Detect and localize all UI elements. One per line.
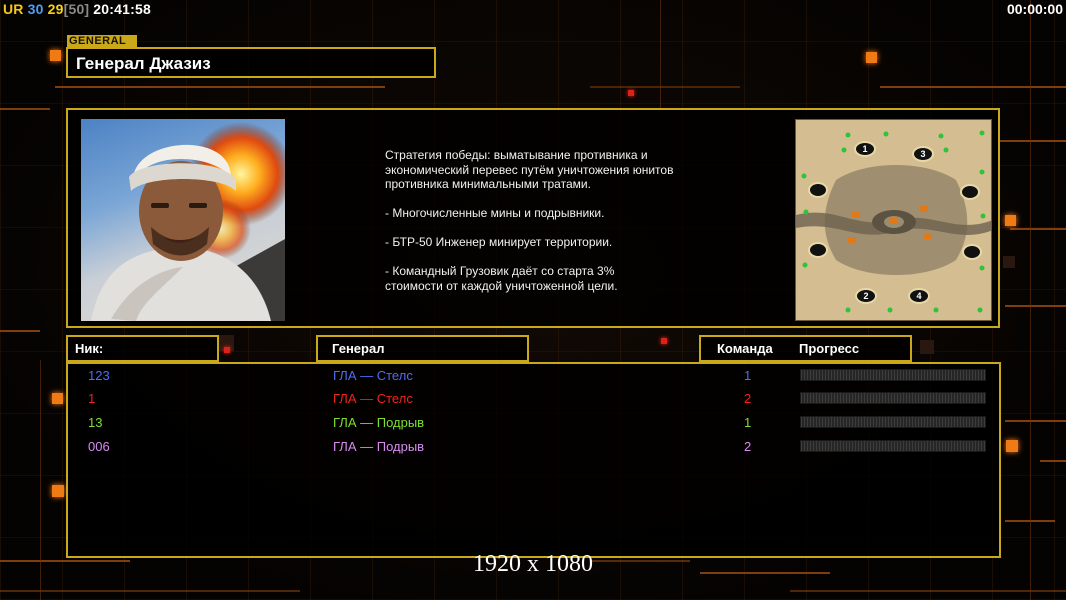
hud-num-a: 30 [27, 1, 44, 17]
bg-vline [660, 0, 661, 108]
bg-line [1000, 140, 1066, 142]
general-title-box: Генерал Джазиз [66, 47, 436, 78]
bg-line [880, 86, 1066, 88]
strategy-text: Стратегия победы: выматывание противника… [385, 148, 725, 308]
player-row: 123 ГЛА — Стелс 1 [68, 365, 999, 389]
bg-square [1005, 215, 1016, 226]
player-general: ГЛА — Стелс [333, 391, 413, 406]
player-nick: 1 [88, 391, 96, 406]
general-name: Генерал Джазиз [76, 54, 211, 73]
spawn-label: 3 [920, 149, 925, 159]
strategy-line: Стратегия победы: выматывание противника… [385, 148, 674, 191]
player-team: 1 [744, 415, 752, 430]
bg-square [50, 50, 61, 61]
bg-square [52, 393, 63, 404]
hud-clock: 20:41:58 [93, 1, 151, 17]
bg-square [52, 485, 64, 497]
bg-square [661, 338, 667, 344]
bg-line [790, 590, 1066, 592]
player-row: 1 ГЛА — Стелс 2 [68, 388, 999, 412]
bg-square [224, 347, 230, 353]
spawn-label: 2 [863, 291, 868, 301]
bg-line [0, 108, 50, 110]
player-progress-bar [800, 392, 986, 404]
bg-line [1005, 420, 1066, 422]
column-header-general: Генерал [316, 335, 529, 362]
bg-line [590, 86, 740, 88]
column-header-progress: Прогресс [799, 341, 860, 356]
general-info-panel: Стратегия победы: выматывание противника… [66, 108, 1000, 328]
hud-ur: UR [3, 1, 24, 17]
player-general: ГЛА — Подрыв [333, 439, 425, 454]
bg-line [0, 590, 300, 592]
bg-line [1040, 460, 1066, 462]
player-general: ГЛА — Стелс [333, 368, 413, 383]
portrait-illustration [91, 122, 285, 321]
strategy-line: - БТР-50 Инженер минирует территории. [385, 235, 613, 249]
spawn-label: 1 [862, 144, 867, 154]
players-panel: 123 ГЛА — Стелс 1 1 ГЛА — Стелс 2 13 ГЛА… [66, 362, 1001, 558]
spawn-label: 4 [916, 291, 921, 301]
player-general: ГЛА — Подрыв [333, 415, 425, 430]
player-team: 2 [744, 391, 752, 406]
bg-line [0, 330, 40, 332]
bg-square [866, 52, 877, 63]
hud-num-c: [50] [63, 1, 90, 17]
bg-line [1010, 228, 1066, 230]
minimap-illustration: 1 3 2 4 [796, 120, 991, 320]
bg-square [628, 90, 634, 96]
column-header-team-progress: Команда Прогресс [699, 335, 912, 362]
minimap-preview: 1 3 2 4 [795, 119, 992, 321]
column-header-team: Команда [717, 341, 773, 356]
player-nick: 006 [88, 439, 110, 454]
general-portrait [81, 119, 285, 321]
player-row: 13 ГЛА — Подрыв 1 [68, 412, 999, 436]
player-team: 2 [744, 439, 752, 454]
player-nick: 123 [88, 368, 110, 383]
strategy-line: - Многочисленные мины и подрывники. [385, 206, 605, 220]
hud-status: UR 30 29[50] 20:41:58 [3, 1, 155, 17]
hud-timer: 00:00:00 [1006, 1, 1063, 17]
bg-line [55, 86, 385, 88]
bg-square [1003, 256, 1015, 268]
player-team: 1 [744, 368, 752, 383]
bg-vline [1030, 0, 1031, 600]
hud-num-b: 29 [47, 1, 64, 17]
player-nick: 13 [88, 415, 103, 430]
player-progress-bar [800, 440, 986, 452]
resolution-caption: 1920 x 1080 [473, 551, 593, 577]
player-row: 006 ГЛА — Подрыв 2 [68, 436, 999, 460]
player-progress-bar [800, 369, 986, 381]
player-progress-bar [800, 416, 986, 428]
column-header-nick: Ник: [66, 335, 219, 362]
bg-square [1006, 440, 1018, 452]
bg-line [1005, 305, 1066, 307]
bg-square [920, 340, 934, 354]
strategy-line: - Командный Грузовик даёт со старта 3% с… [385, 264, 618, 293]
